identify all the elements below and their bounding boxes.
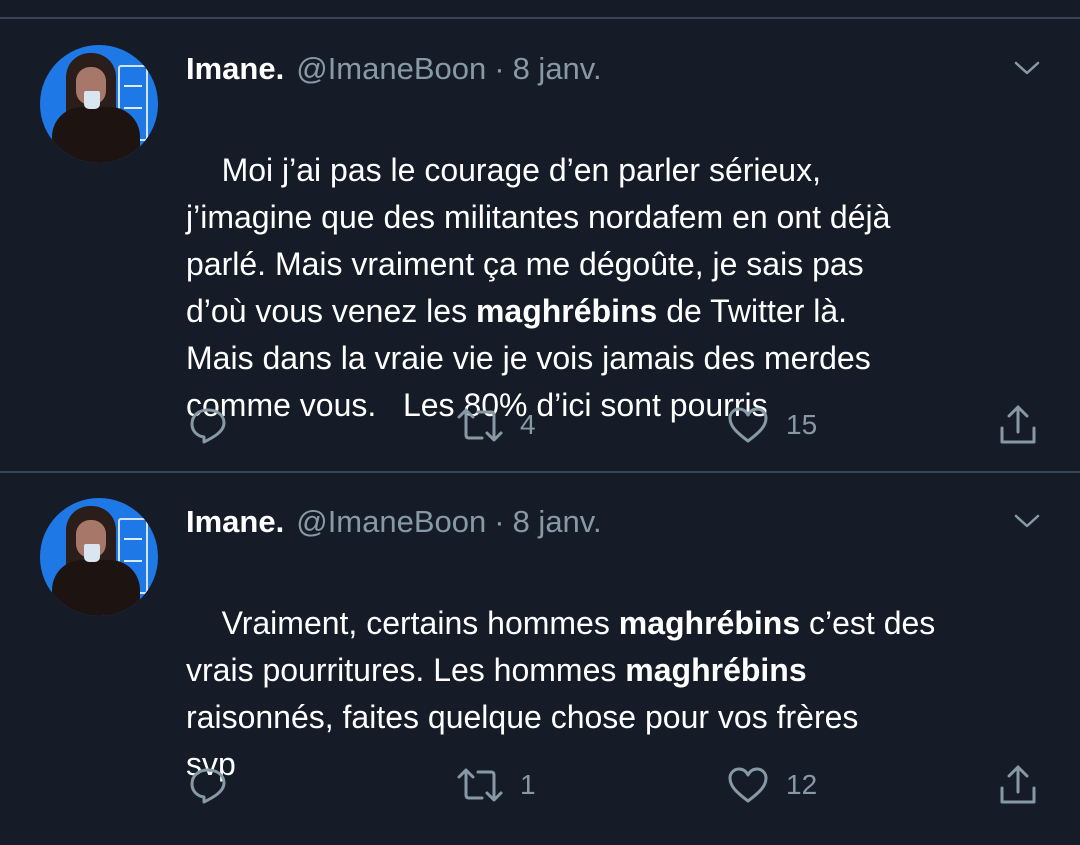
retweet-count: 1 (520, 769, 536, 800)
text-part-bold: maghrébins (625, 652, 807, 688)
tweet-date[interactable]: 8 janv. (513, 504, 602, 539)
user-handle[interactable]: @ImaneBoon (296, 51, 486, 86)
share-icon (998, 764, 1038, 806)
user-handle[interactable]: @ImaneBoon (296, 504, 486, 539)
tweet-actions: 4 15 (0, 400, 1080, 450)
retweet-icon (456, 405, 504, 445)
tweet-header: Imane. @ImaneBoon · 8 janv. (186, 502, 602, 542)
display-name[interactable]: Imane. (186, 504, 284, 539)
tweet-date[interactable]: 8 janv. (513, 51, 602, 86)
display-name[interactable]: Imane. (186, 51, 284, 86)
like-count: 15 (786, 409, 818, 440)
reply-button[interactable] (188, 400, 228, 450)
retweet-count: 4 (520, 409, 536, 440)
like-button[interactable]: 12 (726, 760, 817, 810)
retweet-button[interactable]: 4 (456, 400, 536, 450)
like-button[interactable]: 15 (726, 400, 817, 450)
text-part: Vraiment, certains hommes (221, 605, 619, 641)
tweet[interactable]: Imane. @ImaneBoon · 8 janv. Vraiment, certa… (0, 453, 1080, 845)
separator: · (494, 51, 505, 86)
heart-icon (726, 405, 770, 445)
chevron-down-icon[interactable] (1014, 60, 1040, 76)
tweet-header: Imane. @ImaneBoon · 8 janv. (186, 49, 602, 89)
avatar[interactable] (40, 45, 158, 163)
avatar[interactable] (40, 498, 158, 616)
share-icon (998, 404, 1038, 446)
text-part-bold: maghrébins (475, 293, 658, 329)
separator: · (494, 504, 505, 539)
retweet-icon (456, 765, 504, 805)
heart-icon (726, 765, 770, 805)
chevron-down-icon[interactable] (1014, 513, 1040, 529)
reply-icon (188, 405, 228, 445)
tweet[interactable]: Imane. @ImaneBoon · 8 janv. Moi j’ai pas le… (0, 0, 1080, 470)
share-button[interactable] (998, 400, 1038, 450)
reply-icon (188, 765, 228, 805)
retweet-button[interactable]: 1 (456, 760, 536, 810)
share-button[interactable] (998, 760, 1038, 810)
text-part-bold: maghrébins (618, 605, 801, 641)
reply-button[interactable] (188, 760, 228, 810)
like-count: 12 (786, 769, 818, 800)
tweet-actions: 1 12 (0, 760, 1080, 810)
